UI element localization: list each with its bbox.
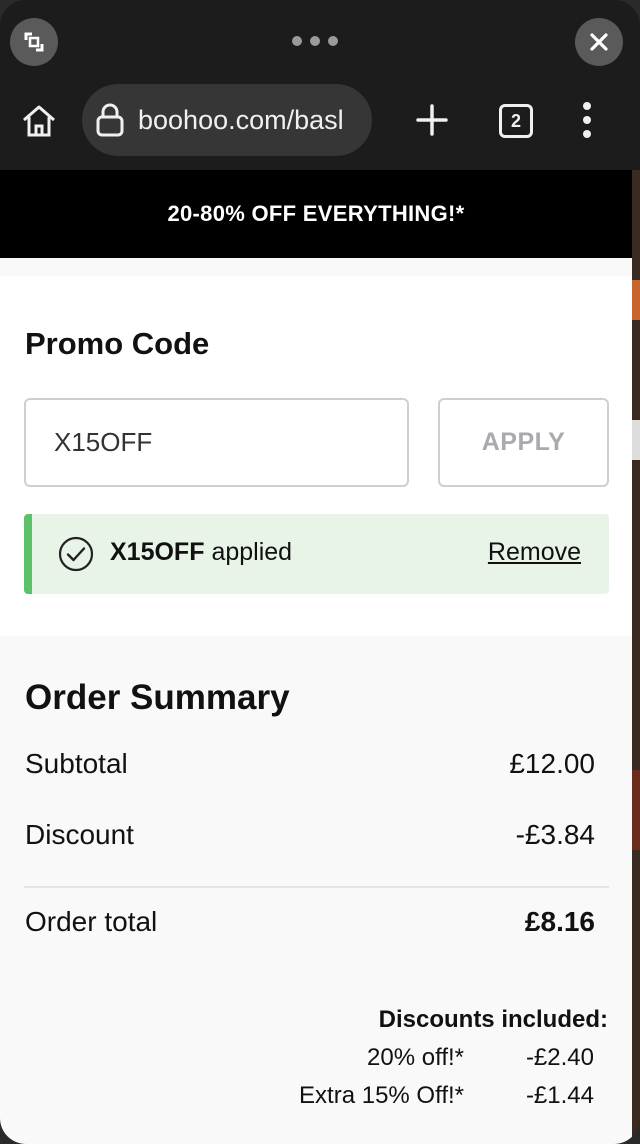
background-app-edge bbox=[632, 170, 640, 1144]
remove-promo-link[interactable]: Remove bbox=[488, 538, 581, 567]
more-vertical-icon[interactable] bbox=[574, 102, 600, 138]
new-tab-button[interactable] bbox=[412, 100, 452, 140]
more-horizontal-icon[interactable] bbox=[292, 36, 338, 46]
discount-item-value: -£1.44 bbox=[525, 1082, 594, 1109]
order-summary-title: Order Summary bbox=[25, 678, 290, 717]
promo-code-section: Promo Code APPLY X15OFF applied Remove bbox=[0, 276, 632, 636]
home-button[interactable] bbox=[18, 100, 60, 142]
discount-item: Extra 15% Off!* -£1.44 bbox=[299, 1082, 594, 1110]
discount-item: 20% off!* -£2.40 bbox=[367, 1044, 594, 1072]
summary-divider bbox=[24, 886, 609, 888]
subtotal-label: Subtotal bbox=[25, 748, 128, 779]
promo-applied-notice: X15OFF applied Remove bbox=[24, 514, 609, 594]
discount-value: -£3.84 bbox=[515, 819, 595, 850]
applied-code: X15OFF bbox=[110, 538, 205, 566]
home-icon bbox=[23, 105, 55, 137]
close-button[interactable] bbox=[575, 18, 623, 66]
discount-row: Discount -£3.84 bbox=[25, 819, 595, 851]
discount-item-value: -£2.40 bbox=[525, 1044, 594, 1071]
phone-frame: boohoo.com/basl 2 20-80% OFF EVERYTHING!… bbox=[0, 0, 640, 1144]
browser-toolbar: boohoo.com/basl 2 bbox=[0, 84, 640, 170]
subtotal-value: £12.00 bbox=[509, 748, 595, 779]
close-icon bbox=[590, 33, 608, 51]
order-total-row: Order total £8.16 bbox=[25, 906, 595, 938]
popup-top-bar bbox=[0, 0, 640, 84]
check-circle-icon bbox=[58, 536, 94, 572]
discounts-included-title: Discounts included: bbox=[378, 1006, 608, 1033]
lock-icon bbox=[96, 103, 124, 137]
promo-code-input[interactable] bbox=[24, 398, 409, 487]
discount-label: Discount bbox=[25, 819, 134, 850]
promo-code-title: Promo Code bbox=[25, 326, 210, 361]
tabs-button[interactable]: 2 bbox=[499, 104, 533, 138]
subtotal-row: Subtotal £12.00 bbox=[25, 748, 595, 780]
order-total-value: £8.16 bbox=[524, 906, 595, 937]
sale-banner[interactable]: 20-80% OFF EVERYTHING!* bbox=[0, 170, 632, 258]
url-text: boohoo.com/basl bbox=[138, 104, 344, 135]
address-bar[interactable]: boohoo.com/basl bbox=[82, 84, 372, 156]
resize-icon bbox=[24, 32, 44, 52]
discount-item-label: Extra 15% Off!* bbox=[299, 1082, 464, 1109]
applied-suffix: applied bbox=[211, 538, 293, 566]
basket-content: Promo Code APPLY X15OFF applied Remove O… bbox=[0, 258, 632, 1144]
applied-message: X15OFF applied bbox=[110, 538, 292, 567]
order-total-label: Order total bbox=[25, 906, 158, 937]
plus-icon bbox=[416, 104, 448, 136]
apply-button[interactable]: APPLY bbox=[438, 398, 609, 487]
discount-item-label: 20% off!* bbox=[367, 1044, 464, 1071]
resize-button[interactable] bbox=[10, 18, 58, 66]
